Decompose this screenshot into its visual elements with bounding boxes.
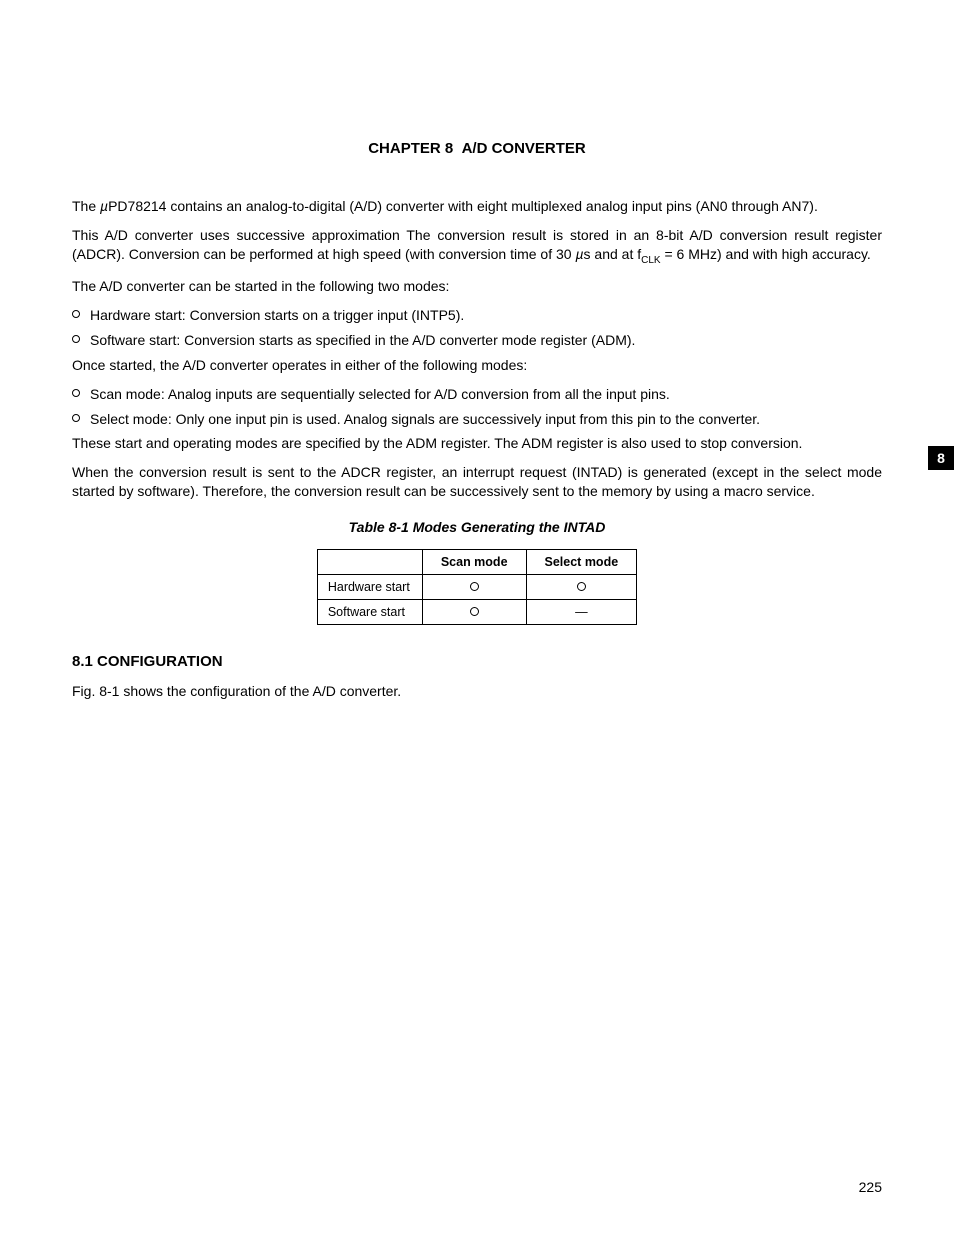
- mu-symbol: µ: [100, 198, 108, 214]
- table-header-select: Select mode: [526, 550, 637, 575]
- adm-register-paragraph: These start and operating modes are spec…: [72, 434, 882, 453]
- table-row: Software start —: [317, 600, 636, 625]
- circle-icon: [577, 582, 586, 591]
- chapter-title-pre: CHAPTER 8: [368, 140, 453, 157]
- row-label-hardware: Hardware start: [317, 575, 422, 600]
- page-number: 225: [859, 1179, 882, 1195]
- cell-hw-select: [526, 575, 637, 600]
- operating-modes-intro: Once started, the A/D converter operates…: [72, 356, 882, 375]
- table-header-row: Scan mode Select mode: [317, 550, 636, 575]
- chapter-title-post: A/D CONVERTER: [462, 140, 586, 157]
- section-heading: 8.1 CONFIGURATION: [72, 653, 882, 670]
- mu-symbol-2: µ: [575, 246, 583, 262]
- list-item-select-mode: Select mode: Only one input pin is used.…: [72, 410, 882, 429]
- circle-icon: [470, 582, 479, 591]
- intro-paragraph-2: This A/D converter uses successive appro…: [72, 226, 882, 267]
- table-row: Hardware start: [317, 575, 636, 600]
- table-caption: Table 8-1 Modes Generating the INTAD: [72, 519, 882, 535]
- p1-text: PD78214 contains an analog-to-digital (A…: [108, 198, 818, 214]
- chapter-title: CHAPTER 8 A/D CONVERTER: [72, 140, 882, 157]
- p2c-text: = 6 MHz) and with high accuracy.: [661, 246, 871, 262]
- interrupt-paragraph: When the conversion result is sent to th…: [72, 463, 882, 501]
- page: CHAPTER 8 A/D CONVERTER The µPD78214 con…: [0, 0, 954, 1235]
- side-tab: 8: [928, 446, 954, 470]
- row-label-software: Software start: [317, 600, 422, 625]
- table-header-empty: [317, 550, 422, 575]
- clk-subscript: CLK: [641, 255, 660, 266]
- p2b-text: s and at f: [584, 246, 642, 262]
- intro-paragraph-1: The µPD78214 contains an analog-to-digit…: [72, 197, 882, 216]
- list-item-software-start: Software start: Conversion starts as spe…: [72, 331, 882, 350]
- table-header-scan: Scan mode: [422, 550, 526, 575]
- list-item-scan-mode: Scan mode: Analog inputs are sequentiall…: [72, 385, 882, 404]
- cell-hw-scan: [422, 575, 526, 600]
- cell-sw-scan: [422, 600, 526, 625]
- circle-icon: [470, 607, 479, 616]
- cell-sw-select: —: [526, 600, 637, 625]
- modes-table: Scan mode Select mode Hardware start Sof…: [317, 549, 637, 625]
- list-item-hardware-start: Hardware start: Conversion starts on a t…: [72, 306, 882, 325]
- section-body: Fig. 8-1 shows the configuration of the …: [72, 682, 882, 701]
- start-modes-intro: The A/D converter can be started in the …: [72, 277, 882, 296]
